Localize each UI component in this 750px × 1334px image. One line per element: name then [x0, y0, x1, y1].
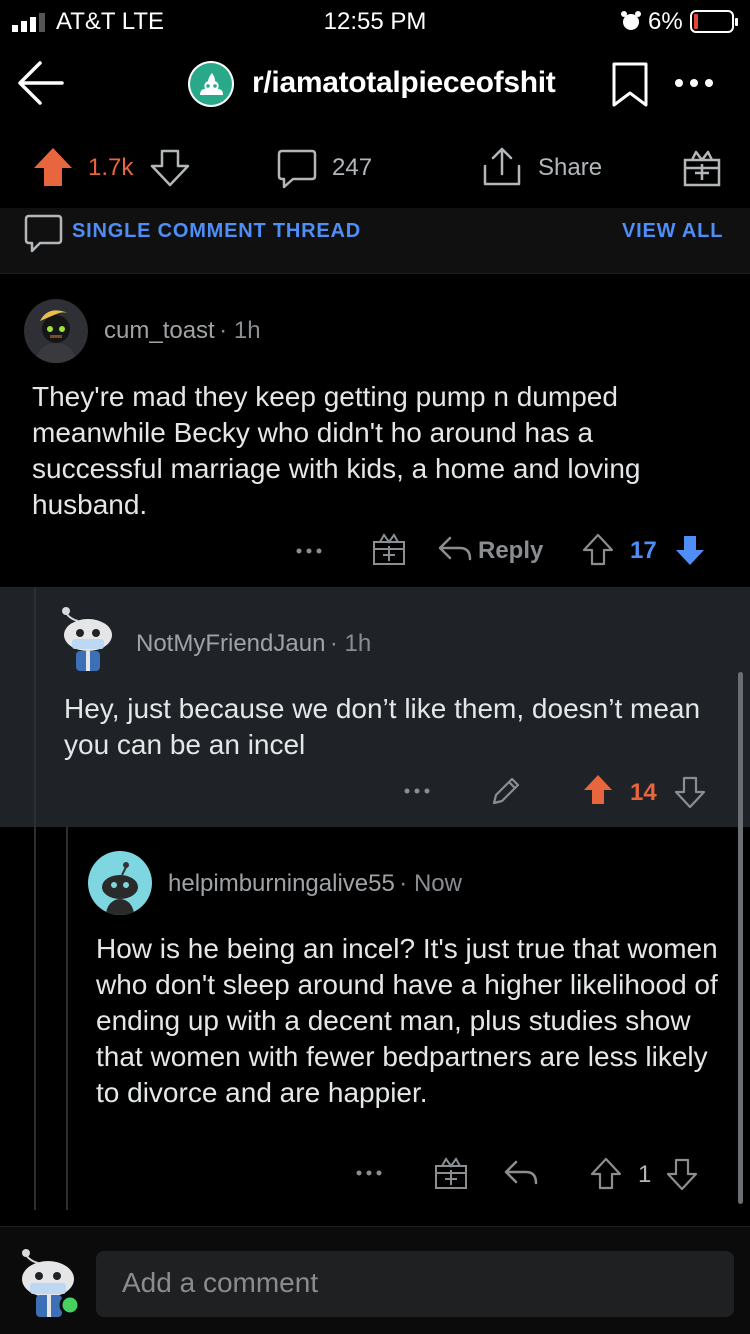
- more-options-icon[interactable]: [674, 78, 714, 88]
- edit-pencil-icon[interactable]: [490, 775, 522, 807]
- battery-percent: 6%: [648, 8, 683, 35]
- comment-count[interactable]: 247: [332, 154, 372, 182]
- share-button[interactable]: Share: [538, 154, 602, 182]
- share-icon[interactable]: [482, 146, 522, 188]
- downvote-icon[interactable]: [150, 148, 190, 188]
- meta-separator: ·: [399, 870, 414, 897]
- upvote-icon[interactable]: [590, 1157, 622, 1191]
- comment-author[interactable]: cum_toast: [104, 317, 215, 344]
- downvote-icon[interactable]: [674, 533, 706, 567]
- subreddit-icon[interactable]: [188, 61, 234, 107]
- bookmark-icon[interactable]: [611, 62, 649, 108]
- comment-composer: Add a comment: [0, 1226, 750, 1334]
- comment-1: cum_toast · 1h They're mad they keep get…: [0, 275, 750, 587]
- battery-icon: [690, 10, 738, 33]
- status-bar: AT&T LTE 12:55 PM 6%: [0, 0, 750, 44]
- downvote-icon[interactable]: [666, 1157, 698, 1191]
- downvote-icon[interactable]: [674, 775, 706, 809]
- avatar[interactable]: [56, 605, 120, 675]
- reply-button[interactable]: Reply: [478, 537, 543, 565]
- post-score: 1.7k: [88, 154, 134, 181]
- thread-line[interactable]: [34, 587, 36, 827]
- subreddit-name[interactable]: r/iamatotalpieceofshit: [252, 66, 556, 100]
- comment-score: 14: [630, 779, 657, 806]
- back-arrow-icon[interactable]: [16, 58, 66, 108]
- award-gift-icon[interactable]: [372, 533, 406, 567]
- reply-icon[interactable]: [504, 1159, 538, 1189]
- single-thread-bar: SINGLE COMMENT THREAD VIEW ALL: [0, 208, 750, 274]
- upvote-icon[interactable]: [582, 533, 614, 567]
- comment-author[interactable]: NotMyFriendJaun: [136, 630, 325, 657]
- more-options-icon[interactable]: [404, 787, 430, 795]
- avatar[interactable]: [88, 851, 152, 915]
- comment-score: 1: [638, 1161, 652, 1188]
- reply-icon[interactable]: [438, 535, 472, 565]
- comment-time: 1h: [233, 317, 261, 344]
- comment-time: Now: [413, 870, 462, 897]
- comment-time: 1h: [344, 630, 372, 657]
- more-options-icon[interactable]: [356, 1169, 382, 1177]
- meta-separator: ·: [329, 630, 345, 657]
- comment-bubble-icon[interactable]: [276, 148, 318, 190]
- thread-line[interactable]: [66, 827, 68, 1210]
- view-all-link[interactable]: VIEW ALL: [622, 220, 723, 243]
- thread-line[interactable]: [34, 827, 36, 1210]
- scrollbar[interactable]: [738, 672, 743, 1204]
- thread-label: SINGLE COMMENT THREAD: [72, 220, 362, 242]
- more-options-icon[interactable]: [296, 547, 322, 555]
- comment-author[interactable]: helpimburningalive55: [168, 870, 395, 897]
- comment-score: 17: [630, 537, 657, 564]
- comment-body: How is he being an incel? It's just true…: [96, 933, 718, 1108]
- add-comment-input[interactable]: Add a comment: [96, 1251, 734, 1317]
- comment-body: Hey, just because we don’t like them, do…: [64, 693, 701, 760]
- post-action-bar: 1.7k 247 Share: [0, 124, 750, 208]
- comment-body: They're mad they keep getting pump n dum…: [32, 381, 641, 520]
- top-nav: r/iamatotalpieceofshit: [0, 44, 750, 124]
- upvote-icon[interactable]: [32, 146, 74, 188]
- award-gift-icon[interactable]: [434, 1157, 468, 1191]
- avatar[interactable]: [14, 1245, 84, 1321]
- alarm-icon: [621, 11, 641, 30]
- meta-separator: ·: [219, 317, 234, 344]
- upvote-icon[interactable]: [582, 773, 614, 807]
- award-gift-icon[interactable]: [682, 148, 722, 188]
- comment-thread-icon: [24, 214, 63, 253]
- avatar[interactable]: [24, 299, 88, 363]
- comment-3: helpimburningalive55 · Now How is he bei…: [0, 827, 750, 1210]
- comment-2: NotMyFriendJaun · 1h Hey, just because w…: [0, 587, 750, 827]
